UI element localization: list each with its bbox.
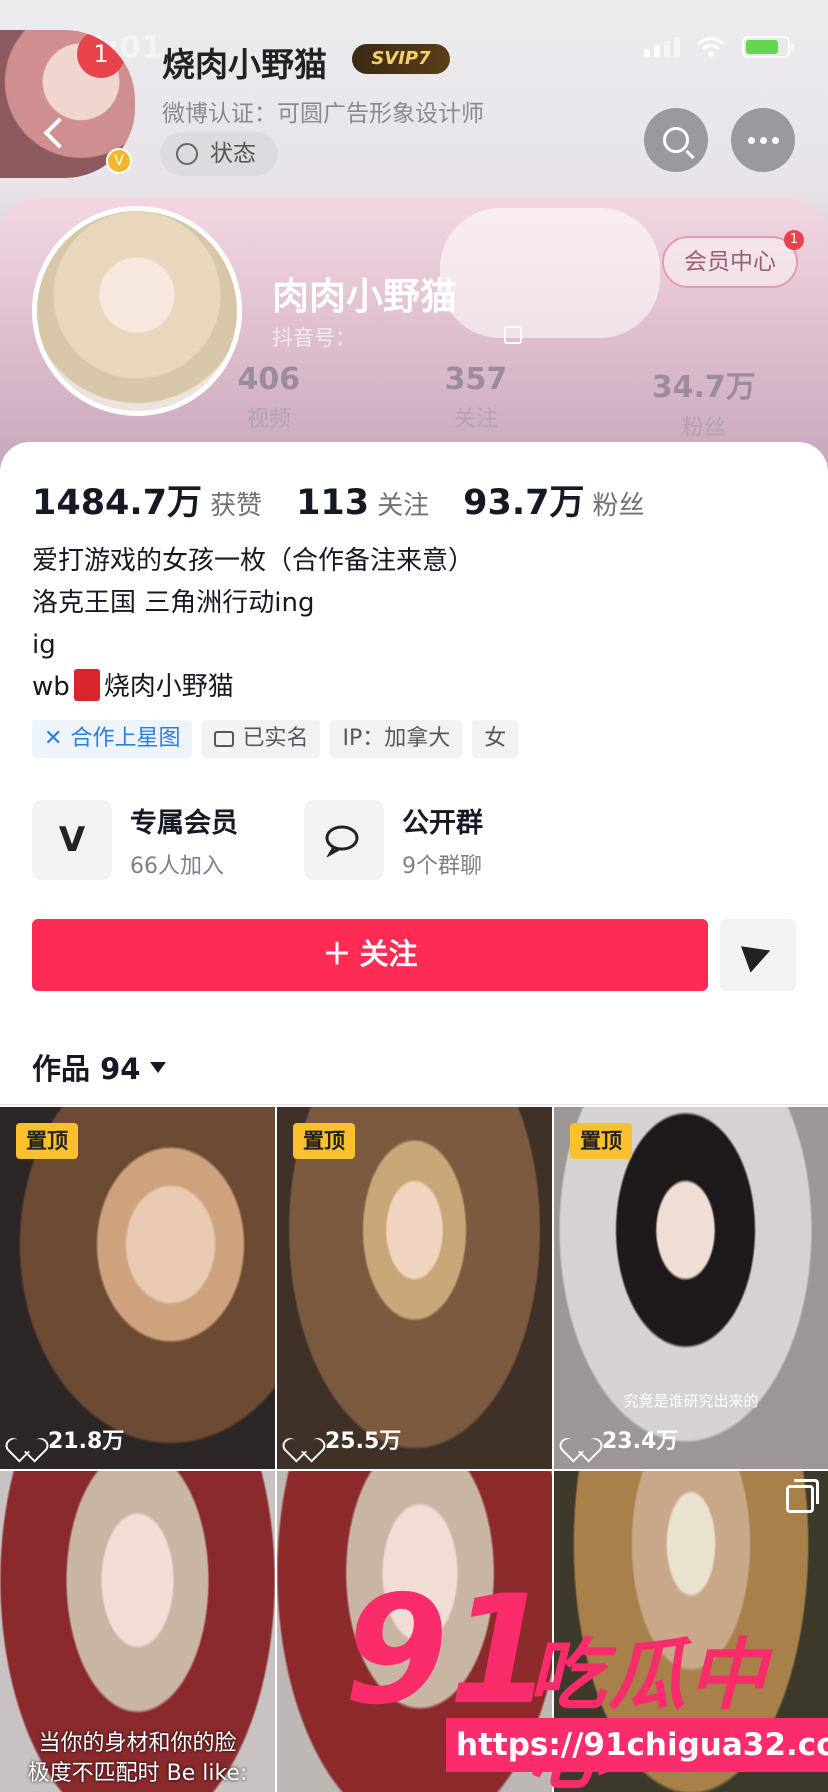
ghost-stat: 357 关注 [444, 362, 508, 432]
status-label: 状态 [210, 141, 256, 167]
stat-followers[interactable]: 93.7万 粉丝 [463, 474, 644, 525]
status-icon [176, 143, 198, 165]
member-center-badge: 1 [784, 230, 804, 250]
book-icon [73, 669, 100, 701]
group-title: 公开群 [402, 807, 483, 839]
signal-icon [644, 37, 680, 57]
pinned-badge: 置顶 [570, 1123, 632, 1159]
notification-badge: 1 [77, 30, 125, 78]
video-caption: 当你的身材和你的脸 极度不匹配时 Be like: [27, 1731, 248, 1786]
ghost-stat: 406 视频 [237, 362, 301, 432]
member-center-label: 会员中心 [684, 249, 776, 275]
profile-avatar[interactable] [32, 206, 242, 416]
video-caption: 究竟是谁研究出来的 [623, 1392, 759, 1410]
bio: 爱打游戏的女孩一枚（合作备注来意） 洛克王国 三角洲行动ing ig wb 烧肉小… [32, 540, 474, 708]
status-icons [644, 36, 794, 58]
exclusive-member-entry[interactable]: V 专属会员 66人加入 [32, 800, 238, 880]
member-v-icon: V [32, 800, 112, 880]
star-map-icon: ✕ [44, 726, 63, 751]
battery-icon [742, 36, 794, 58]
follow-button[interactable]: ＋ 关注 [32, 919, 708, 991]
bio-line: 爱打游戏的女孩一枚（合作备注来意） [32, 546, 475, 576]
watermark-url: https://91chigua32.com [446, 1718, 828, 1772]
video-thumbnail[interactable]: 置顶 究竟是谁研究出来的 23.4万 [554, 1107, 828, 1469]
ghost-stat: 34.7万 粉丝 [651, 370, 756, 441]
video-thumbnail[interactable]: 置顶 21.8万 [0, 1107, 275, 1469]
likes-label: 获赞 [210, 491, 263, 521]
search-icon [663, 127, 689, 153]
like-count: 21.8万 [14, 1423, 124, 1455]
tag-verified: 已实名 [202, 720, 321, 758]
bio-line: wb 烧肉小野猫 [32, 666, 474, 708]
member-sub: 66人加入 [130, 853, 224, 879]
copy-icon[interactable] [504, 326, 522, 344]
following-label: 关注 [377, 491, 430, 521]
bio-line: ig [32, 630, 56, 660]
send-icon [740, 937, 776, 973]
tag-ip: IP：加拿大 [330, 720, 463, 758]
tag-gender: 女 [472, 720, 519, 758]
chat-bubble-icon [304, 800, 384, 880]
heart-icon [568, 1428, 592, 1450]
banner-decoration [440, 208, 660, 338]
status-button[interactable]: 状态 [160, 132, 278, 176]
works-label: 作品 94 [32, 1052, 141, 1086]
heart-icon [14, 1428, 38, 1450]
group-sub: 9个群聊 [402, 853, 482, 879]
pinned-badge: 置顶 [16, 1123, 78, 1159]
multi-image-icon [786, 1479, 819, 1513]
profile-stats: 1484.7万 获赞 113 关注 93.7万 粉丝 [32, 474, 679, 525]
weibo-name: 烧肉小野猫 [162, 45, 327, 84]
followers-value: 93.7万 [463, 483, 585, 523]
public-group-entry[interactable]: 公开群 9个群聊 [304, 800, 483, 880]
caret-down-icon [150, 1061, 167, 1073]
pinned-badge: 置顶 [293, 1123, 355, 1159]
video-thumbnail[interactable]: 当你的身材和你的脸 极度不匹配时 Be like: [0, 1471, 275, 1792]
verified-icon: V [106, 148, 132, 174]
more-icon [747, 136, 779, 144]
douyin-id-label: 抖音号： [272, 326, 356, 350]
stat-following[interactable]: 113 关注 [296, 483, 429, 523]
more-button[interactable] [731, 108, 795, 172]
profile-nickname: 肉肉小野猫 [272, 275, 457, 318]
tag-cooperate[interactable]: ✕ 合作上星图 [32, 720, 193, 758]
id-card-icon [214, 731, 235, 747]
following-value: 113 [296, 483, 370, 523]
profile-tags: ✕ 合作上星图 已实名 IP：加拿大 女 [32, 720, 519, 758]
like-count: 25.5万 [291, 1423, 401, 1455]
search-button[interactable] [644, 108, 708, 172]
member-center-button[interactable]: 会员中心 1 [662, 230, 804, 288]
svip-badge[interactable]: SVIP7 [352, 44, 450, 74]
weibo-certification: 微博认证：可圆广告形象设计师 [162, 101, 484, 127]
bio-line: 洛克王国 三角洲行动ing [32, 588, 315, 618]
divider [0, 1104, 828, 1105]
watermark-number: 91 [344, 1564, 553, 1738]
works-tab[interactable]: 作品 94 [32, 1046, 167, 1088]
like-count: 23.4万 [568, 1423, 678, 1455]
likes-value: 1484.7万 [32, 483, 203, 523]
followers-label: 粉丝 [592, 491, 645, 521]
heart-icon [291, 1428, 315, 1450]
wifi-icon [697, 37, 725, 57]
member-title: 专属会员 [130, 807, 238, 839]
video-thumbnail[interactable]: 置顶 25.5万 [277, 1107, 552, 1469]
share-button[interactable] [720, 919, 796, 991]
stat-likes[interactable]: 1484.7万 获赞 [32, 474, 262, 525]
